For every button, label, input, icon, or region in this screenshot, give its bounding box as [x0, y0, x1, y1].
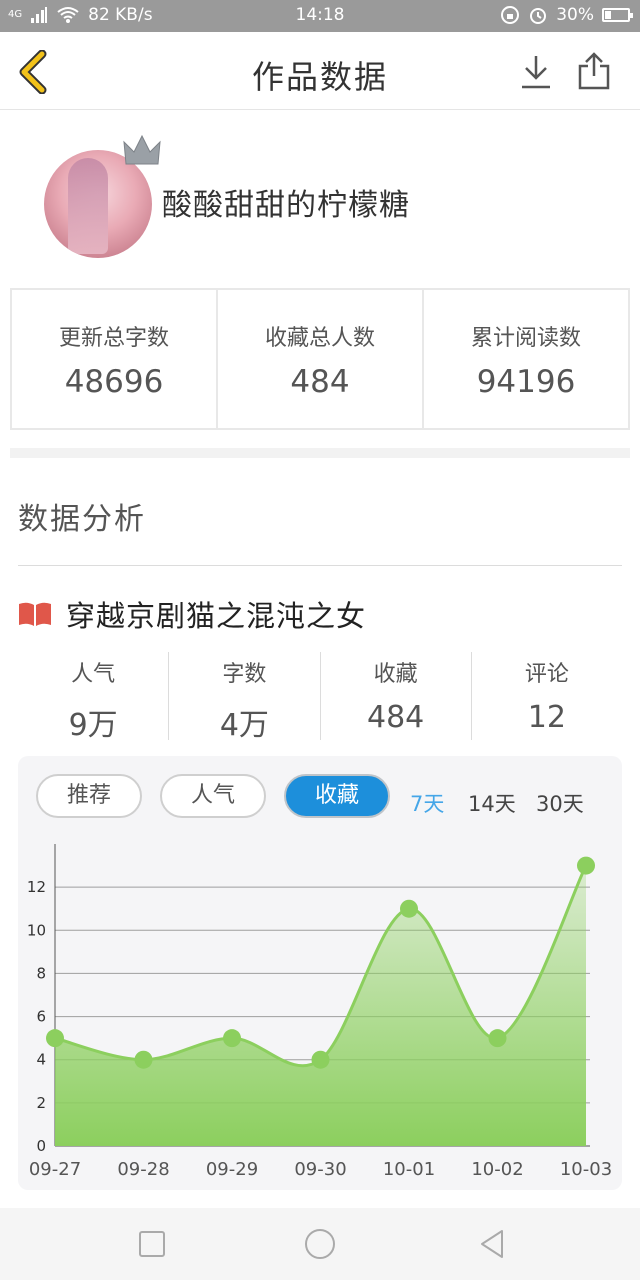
y-tick-label: 12 — [27, 878, 46, 896]
area-fill — [55, 865, 586, 1146]
chart-panel: 推荐 人气 收藏 7天 14天 30天 0 2 4 6 8 10 12 09-27 09-28 0… — [18, 756, 622, 1190]
metric-label: 人气 — [71, 662, 116, 687]
x-tick-label: 10-02 — [471, 1159, 523, 1180]
status-bar: 4G 82 KB/s 14:18 30% — [0, 0, 640, 32]
y-tick-label: 2 — [36, 1094, 46, 1112]
data-point — [46, 1029, 64, 1048]
y-tick-label: 8 — [36, 964, 46, 982]
app-header: 作品数据 — [0, 32, 640, 110]
stat-value: 484 — [290, 364, 350, 400]
author-name: 酸酸甜甜的柠檬糖 — [162, 188, 410, 223]
book-metrics: 人气 9万 字数 4万 收藏 484 评论 12 — [18, 652, 622, 743]
stat-total-words: 更新总字数 48696 — [12, 290, 218, 428]
x-tick-label: 10-01 — [383, 1159, 435, 1180]
x-tick-label: 09-27 — [29, 1159, 81, 1180]
stat-value: 94196 — [476, 364, 576, 400]
back-triangle-icon[interactable] — [476, 1228, 508, 1260]
data-point — [311, 1050, 330, 1069]
lock-rotation-icon — [501, 6, 520, 24]
author-profile: 酸酸甜甜的柠檬糖 — [0, 110, 640, 288]
x-tick-label: 09-28 — [117, 1159, 169, 1180]
download-icon[interactable] — [518, 54, 554, 90]
stat-total-reads: 累计阅读数 94196 — [424, 290, 628, 428]
divider — [18, 565, 622, 566]
x-tick-label: 09-30 — [294, 1159, 346, 1180]
metric-label: 评论 — [524, 662, 569, 687]
summary-stats: 更新总字数 48696 收藏总人数 484 累计阅读数 94196 — [10, 288, 630, 430]
metric-comments: 评论 12 — [472, 652, 622, 740]
metric-favorites: 收藏 484 — [321, 652, 472, 740]
metric-value: 4万 — [219, 708, 269, 743]
data-point — [134, 1050, 153, 1069]
stat-label: 收藏总人数 — [264, 326, 375, 351]
section-title: 数据分析 — [18, 502, 146, 537]
y-tick-label: 0 — [36, 1137, 46, 1155]
data-point — [577, 856, 595, 875]
square-icon[interactable] — [136, 1228, 168, 1260]
stat-value: 48696 — [64, 364, 164, 400]
metric-value: 484 — [366, 700, 425, 735]
book-icon — [19, 602, 51, 626]
system-nav-bar — [0, 1208, 640, 1280]
metric-label: 字数 — [222, 662, 267, 687]
data-point — [488, 1029, 507, 1048]
stat-label: 更新总字数 — [58, 326, 169, 351]
metric-value: 12 — [527, 700, 566, 735]
battery-percent: 30% — [556, 5, 594, 25]
share-icon[interactable] — [576, 52, 612, 90]
y-tick-label: 4 — [36, 1051, 46, 1069]
section-divider — [10, 448, 630, 458]
metric-words: 字数 4万 — [169, 652, 321, 743]
data-point — [223, 1029, 241, 1048]
favorites-area-chart: 0 2 4 6 8 10 12 09-27 09-28 09-29 09-30 10-01 10-02 1… — [27, 844, 612, 1180]
stat-total-favorites: 收藏总人数 484 — [218, 290, 424, 428]
alarm-icon — [530, 8, 547, 24]
circle-icon[interactable] — [304, 1228, 336, 1260]
y-tick-label: 10 — [27, 921, 46, 939]
crown-icon — [123, 134, 161, 165]
data-point — [400, 899, 418, 918]
metric-label: 收藏 — [373, 662, 418, 687]
x-tick-label: 09-29 — [206, 1159, 258, 1180]
status-right: 30% — [500, 5, 633, 25]
book-title: 穿越京剧猫之混沌之女 — [66, 599, 367, 633]
book-heading[interactable]: 穿越京剧猫之混沌之女 — [18, 592, 366, 636]
battery-icon — [602, 8, 633, 22]
metric-popularity: 人气 9万 — [18, 652, 170, 743]
stat-label: 累计阅读数 — [470, 326, 581, 351]
y-tick-label: 6 — [36, 1008, 46, 1026]
x-tick-label: 10-03 — [560, 1159, 612, 1180]
metric-value: 9万 — [68, 708, 118, 743]
